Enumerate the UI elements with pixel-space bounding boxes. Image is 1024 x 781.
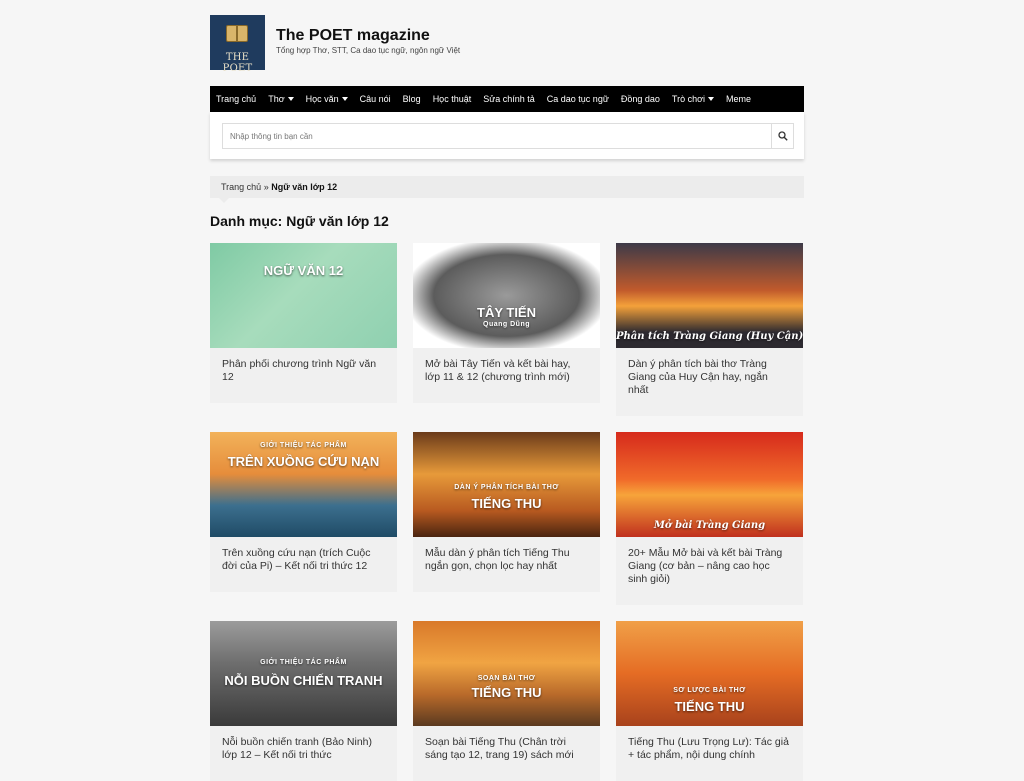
article-card[interactable]: GIỚI THIỆU TÁC PHẨM TRÊN XUỒNG CỨU NẠN Trê… (210, 432, 397, 592)
article-thumbnail[interactable]: Quang Dũng TÂY TIẾN (413, 243, 600, 348)
article-card[interactable]: SƠ LƯỢC BÀI THƠ TIẾNG THU Tiếng Thu (Lưu T… (616, 621, 803, 781)
article-title[interactable]: Phân phối chương trình Ngữ văn 12 (222, 358, 385, 384)
breadcrumb-separator: » (263, 182, 269, 192)
article-card[interactable]: Mở bài Tràng Giang 20+ Mẫu Mở bài và kết … (616, 432, 803, 605)
search-icon (778, 131, 788, 141)
article-title[interactable]: Nỗi buồn chiến tranh (Bảo Ninh) lớp 12 –… (222, 736, 385, 762)
thumbnail-caption: NGỮ VĂN 12 (263, 263, 344, 278)
thumbnail-caption: Mở bài Tràng Giang (653, 520, 766, 531)
article-card[interactable]: SOẠN BÀI THƠ TIẾNG THU Soạn bài Tiếng Thu … (413, 621, 600, 781)
breadcrumb: Trang chủ » Ngữ văn lớp 12 (210, 176, 804, 198)
thumbnail-caption-small: SOẠN BÀI THƠ (477, 675, 536, 682)
logo-text: THE POET (222, 52, 253, 74)
article-title[interactable]: Mở bài Tây Tiến và kết bài hay, lớp 11 &… (425, 358, 588, 384)
article-card-body: Nỗi buồn chiến tranh (Bảo Ninh) lớp 12 –… (210, 726, 397, 781)
nav-item-label: Blog (402, 94, 421, 104)
thumbnail-caption: TIẾNG THU (674, 699, 745, 714)
article-card-body: Phân phối chương trình Ngữ văn 12 (210, 348, 397, 403)
nav-item-8[interactable]: Đồng dao (621, 94, 660, 104)
site-tagline: Tổng hợp Thơ, STT, Ca dao tục ngữ, ngôn … (276, 46, 461, 55)
caret-down-icon (287, 97, 294, 101)
article-title[interactable]: Mẫu dàn ý phân tích Tiếng Thu ngắn gọn, … (425, 547, 588, 573)
breadcrumb-home-link[interactable]: Trang chủ (221, 182, 261, 192)
article-card[interactable]: Phân tích Tràng Giang (Huy Cận) Dàn ý phâ… (616, 243, 803, 416)
nav-item-label: Học thuật (432, 94, 472, 104)
article-title[interactable]: Tiếng Thu (Lưu Trọng Lư): Tác giả + tác … (628, 736, 791, 762)
nav-item-4[interactable]: Blog (403, 94, 421, 104)
nav-item-5[interactable]: Học thuật (433, 94, 472, 104)
thumbnail-caption-small: SƠ LƯỢC BÀI THƠ (673, 687, 746, 694)
article-thumbnail[interactable]: GIỚI THIỆU TÁC PHẨM NỖI BUỒN CHIẾN TRANH (210, 621, 397, 726)
nav-item-0[interactable]: Trang chủ (216, 94, 256, 104)
thumbnail-caption-small: DÀN Ý PHÂN TÍCH BÀI THƠ (454, 484, 559, 491)
nav-item-9[interactable]: Trò chơi (672, 94, 714, 104)
nav-item-label: Meme (725, 94, 751, 104)
article-title[interactable]: Soạn bài Tiếng Thu (Chân trời sáng tạo 1… (425, 736, 588, 762)
site-title[interactable]: The POET magazine (276, 27, 430, 45)
thumbnail-caption: TIẾNG THU (471, 685, 542, 700)
nav-item-3[interactable]: Câu nói (360, 94, 391, 104)
article-thumbnail[interactable]: DÀN Ý PHÂN TÍCH BÀI THƠ TIẾNG THU (413, 432, 600, 537)
site-logo[interactable]: THE POET (210, 15, 265, 74)
nav-item-label: Ca dao tục ngữ (546, 94, 609, 104)
article-thumbnail[interactable]: GIỚI THIỆU TÁC PHẨM TRÊN XUỒNG CỨU NẠN (210, 432, 397, 537)
nav-item-7[interactable]: Ca dao tục ngữ (547, 94, 609, 104)
article-card[interactable]: GIỚI THIỆU TÁC PHẨM NỖI BUỒN CHIẾN TRANH N… (210, 621, 397, 781)
search-panel (210, 112, 804, 159)
site-header: THE POET The POET magazine Tổng hợp Thơ,… (210, 15, 804, 74)
nav-item-10[interactable]: Meme (726, 94, 751, 104)
thumbnail-caption-small: GIỚI THIỆU TÁC PHẨM (260, 442, 347, 449)
nav-item-label: Học văn (305, 94, 339, 104)
thumbnail-caption: Phân tích Tràng Giang (Huy Cận) (616, 331, 803, 342)
main-navigation: Trang chủ Thơ Học văn Câu nói Blog Học thuật S… (210, 86, 804, 112)
thumbnail-caption-small: Quang Dũng (483, 321, 530, 328)
article-thumbnail[interactable]: Mở bài Tràng Giang (616, 432, 803, 537)
nav-item-label: Đồng dao (620, 94, 660, 104)
thumbnail-caption: NỖI BUỒN CHIẾN TRANH (224, 673, 383, 688)
nav-item-label: Sửa chính tả (483, 94, 535, 104)
caret-down-icon (341, 97, 348, 101)
thumbnail-caption: TIẾNG THU (471, 496, 542, 511)
article-card-body: Soạn bài Tiếng Thu (Chân trời sáng tạo 1… (413, 726, 600, 781)
article-title[interactable]: 20+ Mẫu Mở bài và kết bài Tràng Giang (c… (628, 547, 791, 586)
article-card-body: Dàn ý phân tích bài thơ Tràng Giang của … (616, 348, 803, 416)
book-icon (226, 25, 248, 42)
article-card-body: Tiếng Thu (Lưu Trọng Lư): Tác giả + tác … (616, 726, 803, 781)
article-card-body: Mẫu dàn ý phân tích Tiếng Thu ngắn gọn, … (413, 537, 600, 592)
article-card[interactable]: NGỮ VĂN 12 Phân phối chương trình Ngữ văn… (210, 243, 397, 403)
article-card-body: 20+ Mẫu Mở bài và kết bài Tràng Giang (c… (616, 537, 803, 605)
article-card-body: Mở bài Tây Tiến và kết bài hay, lớp 11 &… (413, 348, 600, 403)
article-thumbnail[interactable]: SOẠN BÀI THƠ TIẾNG THU (413, 621, 600, 726)
thumbnail-caption: TRÊN XUỒNG CỨU NẠN (227, 454, 380, 469)
nav-item-label: Trang chủ (216, 94, 257, 104)
caret-down-icon (707, 97, 714, 101)
nav-item-label: Thơ (268, 94, 285, 104)
nav-item-label: Trò chơi (671, 94, 705, 104)
nav-item-6[interactable]: Sửa chính tả (483, 94, 535, 104)
breadcrumb-current: Ngữ văn lớp 12 (271, 182, 338, 192)
thumbnail-caption-small: GIỚI THIỆU TÁC PHẨM (260, 659, 347, 666)
nav-item-2[interactable]: Học văn (306, 94, 348, 104)
article-title[interactable]: Trên xuồng cứu nạn (trích Cuộc đời của P… (222, 547, 385, 573)
search-input[interactable] (223, 124, 773, 148)
nav-item-1[interactable]: Thơ (268, 94, 294, 104)
article-thumbnail[interactable]: SƠ LƯỢC BÀI THƠ TIẾNG THU (616, 621, 803, 726)
article-card-body: Trên xuồng cứu nạn (trích Cuộc đời của P… (210, 537, 397, 592)
article-title[interactable]: Dàn ý phân tích bài thơ Tràng Giang của … (628, 358, 791, 397)
breadcrumb-pointer (219, 198, 229, 203)
article-card[interactable]: Quang Dũng TÂY TIẾN Mở bài Tây Tiến và kết… (413, 243, 600, 403)
article-card[interactable]: DÀN Ý PHÂN TÍCH BÀI THƠ TIẾNG THU Mẫu dàn … (413, 432, 600, 592)
article-thumbnail[interactable]: Phân tích Tràng Giang (Huy Cận) (616, 243, 803, 348)
category-title: Danh mục: Ngữ văn lớp 12 (210, 213, 389, 229)
search-button[interactable] (771, 124, 793, 148)
search-box (222, 123, 794, 149)
thumbnail-caption: TÂY TIẾN (477, 305, 536, 320)
article-thumbnail[interactable]: NGỮ VĂN 12 (210, 243, 397, 348)
nav-item-label: Câu nói (359, 94, 391, 104)
